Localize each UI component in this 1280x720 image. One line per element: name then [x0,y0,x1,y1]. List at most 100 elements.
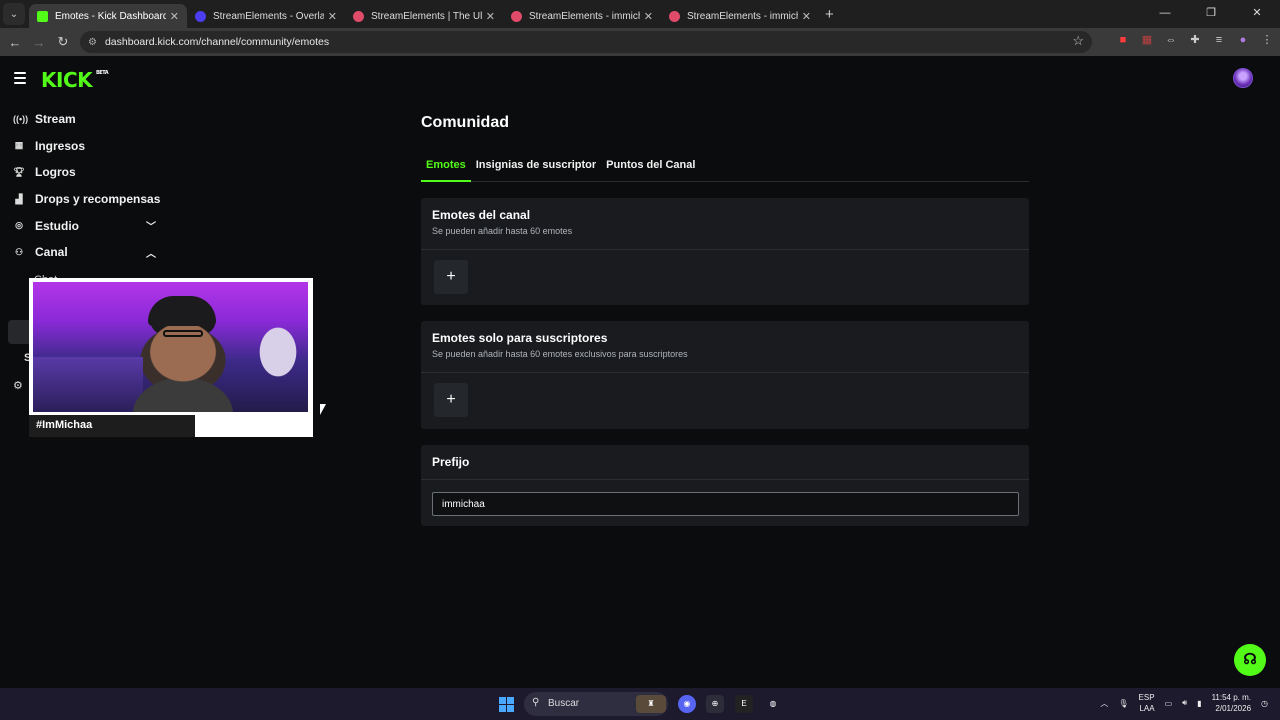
trophy-icon: 🏆︎ [13,166,25,177]
sidebar-item-estudio[interactable]: ◎ Estudio ﹀ [0,212,170,239]
network-icon[interactable]: ▭ [1165,699,1173,708]
clock-date: 2/01/2026 [1215,704,1252,713]
tab-label: StreamElements - Overlays [213,10,324,22]
tab-label: StreamElements - immichaa [687,10,798,22]
sidebar-item-label: Ingresos [35,138,86,153]
site-info-icon[interactable]: ⚙ [88,37,97,48]
tab-label: StreamElements | The Ultimate [371,10,482,22]
kick-dashboard-page: KICK BETA ((•)) Stream ▦ Ingresos 🏆︎ Log… [0,56,1280,688]
bookmark-star-icon[interactable]: ☆ [1072,33,1084,49]
tab-streamelements-immichaa-2[interactable]: StreamElements - immichaa ✕ [661,4,819,28]
streamelements-favicon-icon [511,10,522,22]
beta-badge: BETA [96,70,109,76]
browser-tab-strip: ⌄ Emotes - Kick Dashboard ✕ StreamElemen… [0,0,1280,28]
tab-streamelements-overlays[interactable]: StreamElements - Overlays ✕ [187,4,345,28]
address-bar[interactable]: ⚙ dashboard.kick.com/channel/community/e… [80,31,1092,53]
back-icon[interactable]: ← [3,35,27,50]
tab-search-menu-icon[interactable]: ⌄ [3,3,25,25]
profile-icon[interactable]: ● [1236,33,1250,47]
forward-icon[interactable]: → [27,35,51,50]
search-highlight-icon[interactable]: ♜ [636,695,666,713]
windows-start-icon[interactable] [499,697,514,712]
sidebar-item-label: Drops y recompensas [35,192,161,207]
sidebar-item-label: Canal [35,245,68,260]
extension-grid-icon[interactable]: ▦ [1140,33,1154,47]
tab-kick-dashboard[interactable]: Emotes - Kick Dashboard ✕ [29,4,187,28]
close-icon[interactable]: ✕ [802,10,811,23]
close-icon[interactable]: ✕ [644,10,653,23]
streamelements-favicon-icon [195,10,206,22]
page-title: Comunidad [421,114,509,131]
prefix-card: Prefijo immichaa [421,445,1029,526]
language-indicator[interactable]: ESP LAA [1139,692,1155,714]
kick-favicon-icon [37,10,48,22]
microphone-icon[interactable]: 🎙︎ [1118,699,1128,708]
clock-time: 11:54 p. m. [1211,693,1252,702]
channel-emotes-card: Emotes del canal Se pueden añadir hasta … [421,198,1029,305]
notifications-icon[interactable]: ◷ [1261,699,1268,708]
close-icon[interactable]: ✕ [170,10,179,23]
tab-emotes[interactable]: Emotes [421,154,471,182]
prefix-input[interactable]: immichaa [432,492,1019,516]
media-control-icon[interactable]: ≡ [1212,33,1226,47]
close-icon[interactable]: ✕ [328,10,337,23]
add-sub-emote-button[interactable]: + [434,383,468,417]
sidebar-item-label: Estudio [35,218,79,233]
chevron-down-icon: ﹀ [146,222,156,234]
lang-bottom: LAA [1139,704,1155,713]
webcam-background [33,357,143,412]
sidebar-item-label: Logros [35,165,76,180]
extension-arrows-icon[interactable]: ⇔ [1164,33,1178,47]
search-label: Buscar [548,698,580,709]
sidebar-item-drops[interactable]: ▟ Drops y recompensas [0,186,170,213]
system-tray: ︿ 🎙︎ ESP LAA ▭ 🔊︎ ▮ 11:54 p. m. 2/01/202… [1100,692,1268,714]
clock[interactable]: 11:54 p. m. 2/01/2026 [1212,692,1251,714]
minimize-icon[interactable]: — [1142,0,1188,28]
tab-puntos[interactable]: Puntos del Canal [601,154,700,182]
card-subtitle: Se pueden añadir hasta 60 emotes [432,226,573,236]
extension-red-icon[interactable]: ■ [1116,33,1130,47]
new-tab-icon[interactable]: + [825,6,834,23]
reload-icon[interactable]: ↻ [51,34,75,50]
sidebar-item-stream[interactable]: ((•)) Stream [0,106,170,133]
windows-taskbar: ⚲ Buscar ♜ ◉ ⊕ E ◍ ︿ 🎙︎ ESP LAA ▭ 🔊︎ ▮ 1… [0,688,1280,720]
sidebar-item-logros[interactable]: 🏆︎ Logros [0,159,170,186]
url-text: dashboard.kick.com/channel/community/emo… [104,36,330,48]
volume-icon[interactable]: 🔊︎ [1182,698,1187,708]
browser-menu-icon[interactable]: ⋮ [1260,33,1274,47]
sidebar-item-ingresos[interactable]: ▦ Ingresos [0,133,170,160]
studio-icon: ◎ [15,220,23,231]
battery-icon[interactable]: ▮ [1197,699,1201,708]
chrome-icon[interactable]: ⊕ [706,695,724,713]
close-icon[interactable]: ✕ [486,10,495,23]
sidebar-item-label: Stream [35,112,76,127]
sidebar-item-canal[interactable]: ⚇ Canal ︿ [0,239,170,266]
hamburger-menu-icon[interactable] [14,72,26,87]
support-chat-icon[interactable]: ☊ [1234,644,1266,676]
restore-icon[interactable]: ❐ [1188,0,1234,28]
settings-gear-icon[interactable]: ⚙ [13,379,23,392]
obs-icon[interactable]: ◍ [764,695,782,713]
card-title: Prefijo [432,455,470,469]
card-header: Prefijo [421,445,1029,480]
tab-insignias[interactable]: Insignias de suscriptor [471,154,601,182]
mouse-cursor [320,404,326,415]
epic-games-icon[interactable]: E [735,695,753,713]
streamelements-favicon-icon [669,10,680,22]
tab-streamelements-ultimate[interactable]: StreamElements | The Ultimate ✕ [345,4,503,28]
user-avatar[interactable] [1233,68,1253,88]
community-tabs: Emotes Insignias de suscriptor Puntos de… [421,154,1029,182]
revenue-icon: ▦ [14,140,24,151]
discord-icon[interactable]: ◉ [678,695,696,713]
broadcast-icon: ((•)) [13,114,29,125]
add-channel-emote-button[interactable]: + [434,260,468,294]
webcam-cap [148,296,216,326]
close-window-icon[interactable]: ✕ [1234,0,1280,28]
tab-streamelements-immichaa[interactable]: StreamElements - immichaa ✕ [503,4,661,28]
card-title: Emotes del canal [432,208,531,222]
extensions-puzzle-icon[interactable]: ✚ [1188,33,1202,47]
webcam-video [33,282,308,412]
kick-logo[interactable]: KICK BETA [41,68,109,92]
browser-toolbar: ← → ↻ ⚙ dashboard.kick.com/channel/commu… [0,28,1280,56]
tray-overflow-icon[interactable]: ︿ [1100,698,1108,709]
